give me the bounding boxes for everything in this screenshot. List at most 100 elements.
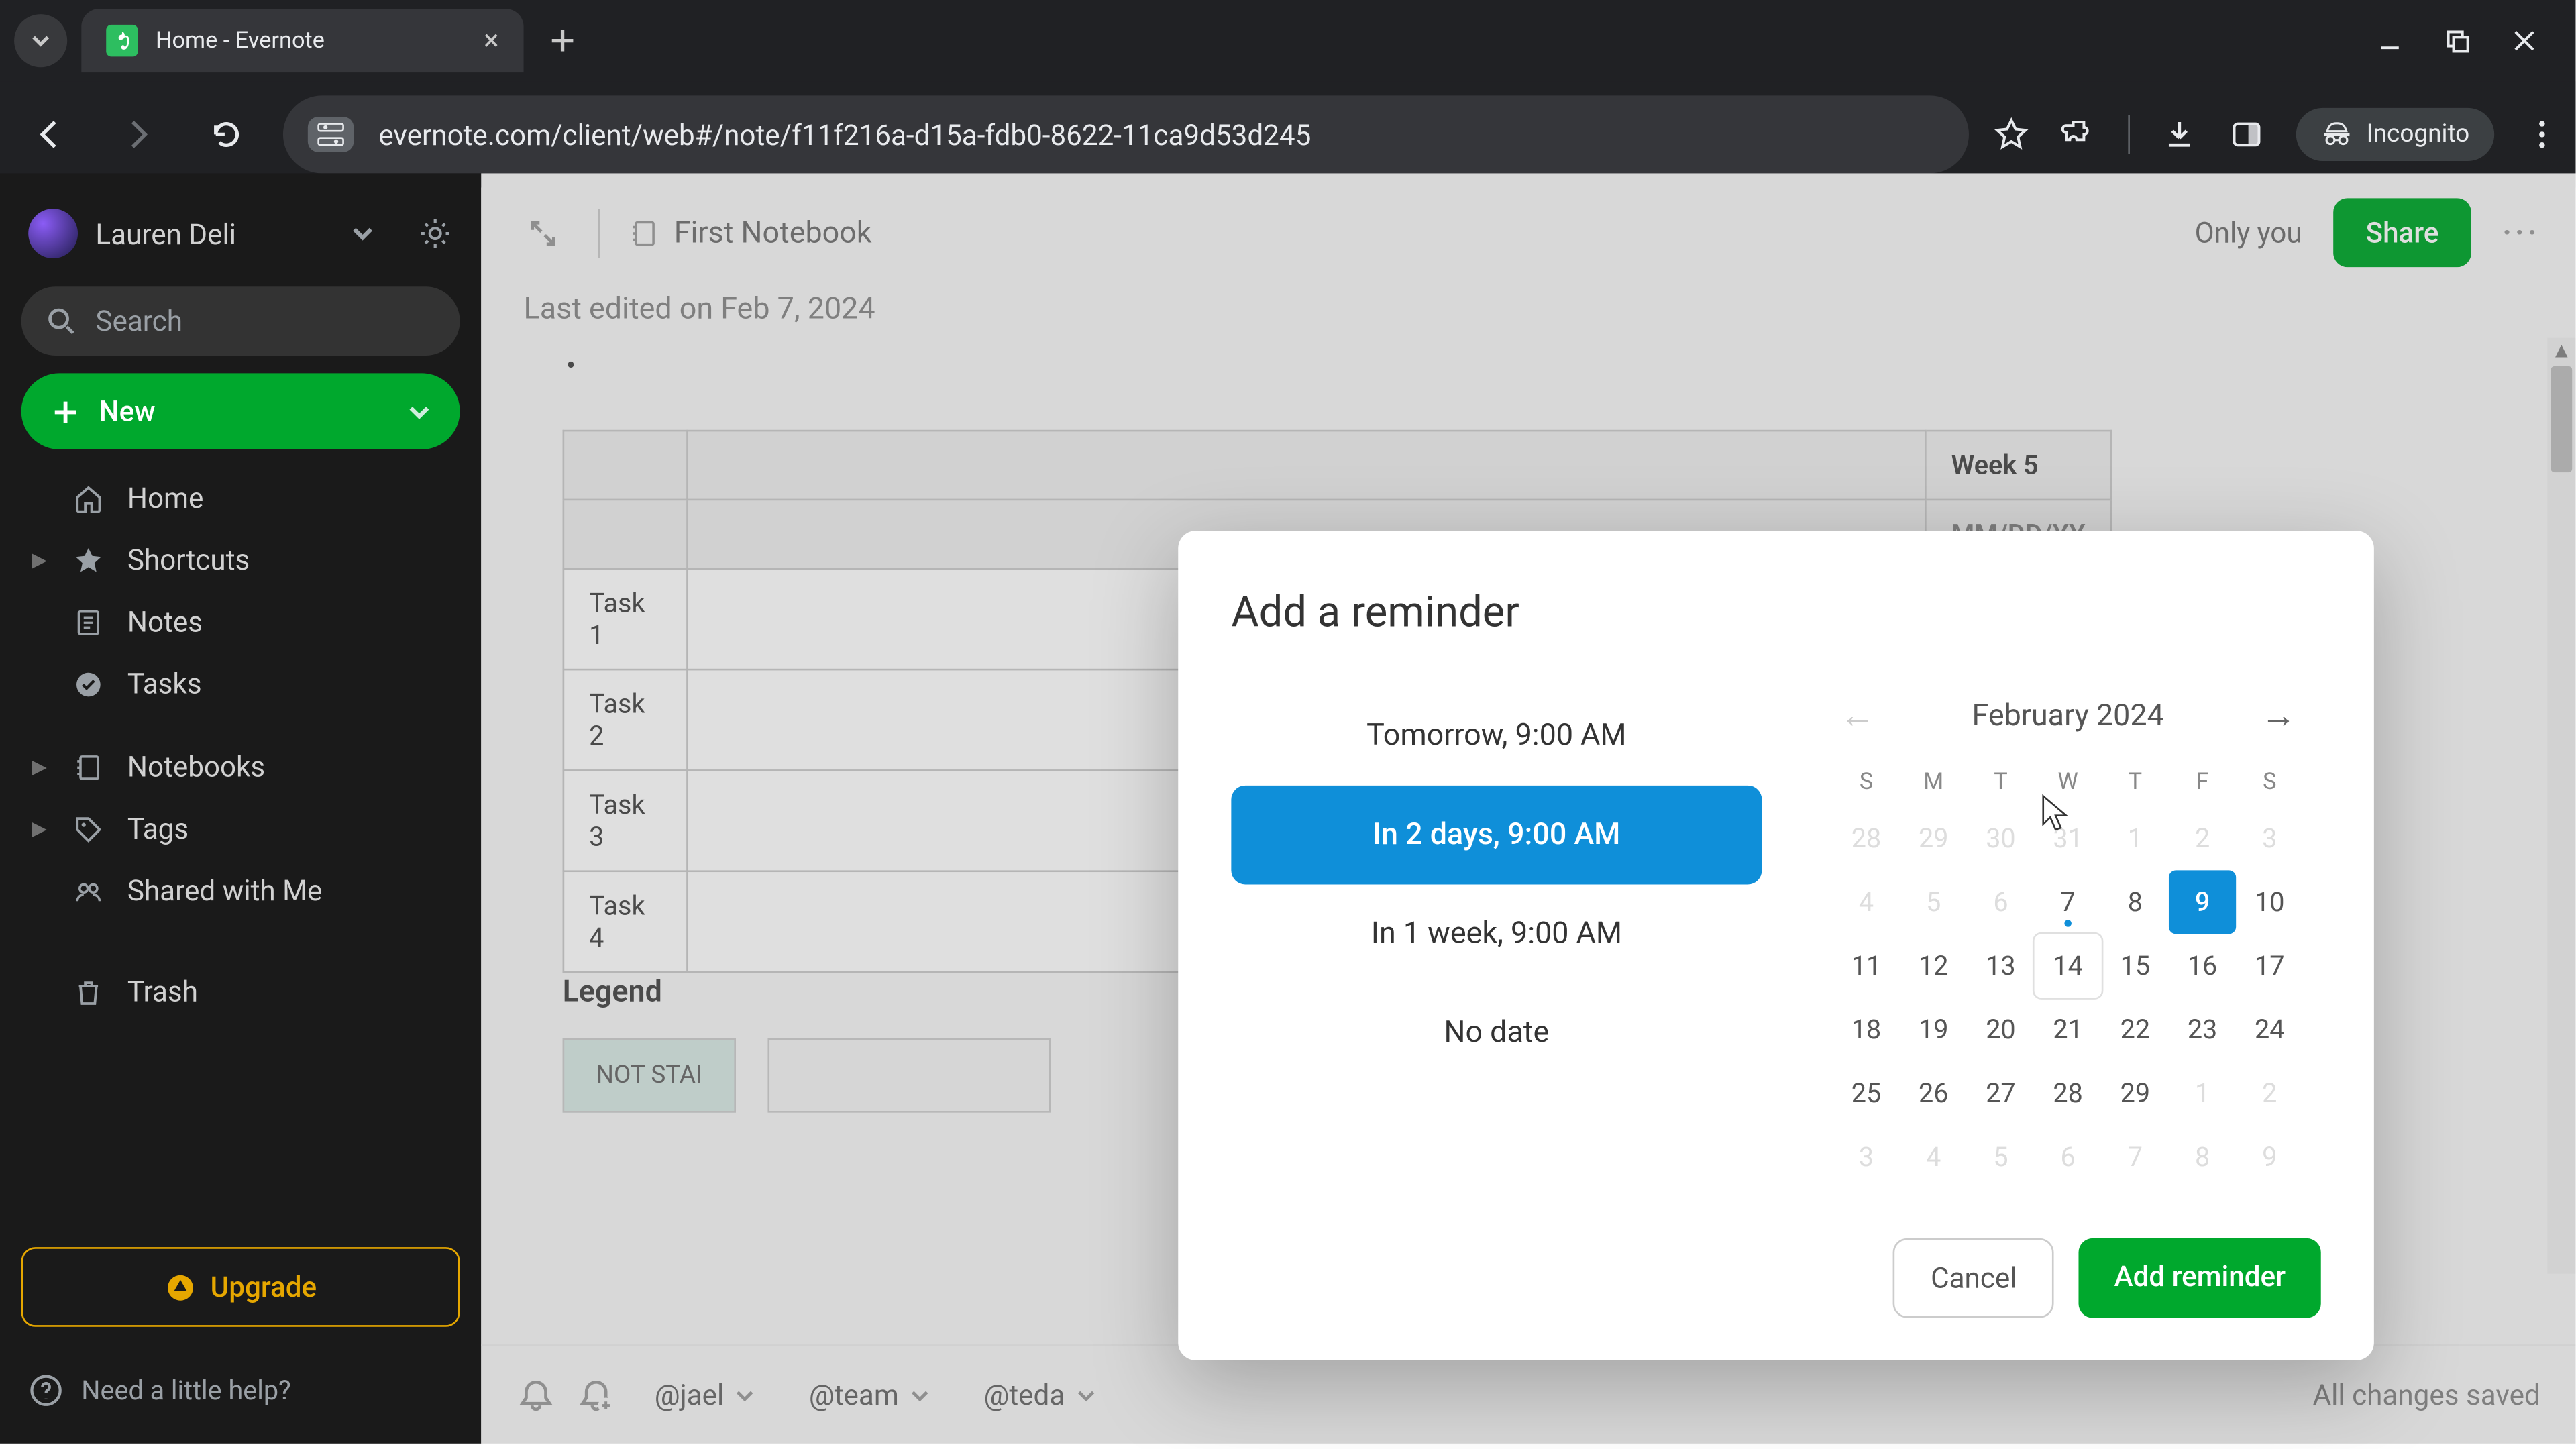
search-input[interactable]: Search xyxy=(21,286,460,356)
expand-caret-icon[interactable]: ▶ xyxy=(32,548,49,571)
modal-title: Add a reminder xyxy=(1231,587,2320,637)
settings-button[interactable] xyxy=(417,216,453,252)
check-icon xyxy=(70,667,106,699)
calendar-day[interactable]: 9 xyxy=(2169,870,2236,934)
expand-caret-icon[interactable]: ▶ xyxy=(32,817,49,840)
back-button[interactable] xyxy=(17,103,81,166)
user-name: Lauren Deli xyxy=(95,217,332,250)
tab-title: Home - Evernote xyxy=(156,28,325,54)
sidebar-item-label: Home xyxy=(127,481,204,515)
calendar-day[interactable]: 27 xyxy=(1967,1061,2034,1125)
calendar-day[interactable]: 21 xyxy=(2035,998,2102,1061)
address-bar-row: evernote.com/client/web#/note/f11f216a-d… xyxy=(0,81,2575,187)
sidebar-item-trash[interactable]: Trash xyxy=(21,961,460,1022)
calendar-next-button[interactable]: → xyxy=(2247,686,2310,745)
calendar-day[interactable]: 11 xyxy=(1833,934,1900,998)
bookmark-button[interactable] xyxy=(1993,117,2029,152)
sidebar-item-shared-with-me[interactable]: Shared with Me xyxy=(21,860,460,922)
calendar-dow: T xyxy=(1967,759,2034,806)
calendar-day[interactable]: 10 xyxy=(2236,870,2303,934)
calendar-day[interactable]: 7 xyxy=(2035,870,2102,934)
calendar-day[interactable]: 24 xyxy=(2236,998,2303,1061)
reload-button[interactable] xyxy=(195,103,258,166)
plus-icon xyxy=(548,27,576,55)
maximize-button[interactable] xyxy=(2445,28,2469,53)
calendar-day[interactable]: 12 xyxy=(1900,934,1967,998)
calendar-day: 1 xyxy=(2102,806,2169,870)
calendar-dow: S xyxy=(1833,759,1900,806)
calendar-day: 4 xyxy=(1900,1125,1967,1189)
url-text: evernote.com/client/web#/note/f11f216a-d… xyxy=(378,117,1311,151)
minimize-button[interactable] xyxy=(2377,28,2402,53)
calendar-day[interactable]: 22 xyxy=(2102,998,2169,1061)
toolbar-icons: Incognito xyxy=(1993,108,2558,161)
sidepanel-button[interactable] xyxy=(2229,117,2264,152)
calendar-prev-button[interactable]: ← xyxy=(1825,686,1889,745)
sidebar-item-shortcuts[interactable]: ▶Shortcuts xyxy=(21,529,460,590)
home-icon xyxy=(70,482,106,514)
chevron-down-icon xyxy=(407,399,432,424)
tab-strip: Home - Evernote × xyxy=(0,0,2575,81)
calendar-day[interactable]: 17 xyxy=(2236,934,2303,998)
upgrade-label: Upgrade xyxy=(211,1270,317,1303)
expand-caret-icon[interactable]: ▶ xyxy=(32,755,49,778)
add-reminder-button[interactable]: Add reminder xyxy=(2079,1238,2321,1318)
calendar-day[interactable]: 20 xyxy=(1967,998,2034,1061)
sidebar-item-home[interactable]: Home xyxy=(21,467,460,529)
note-icon xyxy=(70,606,106,637)
sidebar-item-notes[interactable]: Notes xyxy=(21,591,460,653)
calendar-dow: W xyxy=(2035,759,2102,806)
calendar-day[interactable]: 14 xyxy=(2035,934,2102,998)
calendar-day[interactable]: 8 xyxy=(2102,870,2169,934)
sidebar-item-notebooks[interactable]: ▶Notebooks xyxy=(21,736,460,798)
tab-search-button[interactable] xyxy=(14,14,67,67)
chevron-down-icon xyxy=(350,221,375,246)
search-placeholder: Search xyxy=(95,305,182,338)
downloads-button[interactable] xyxy=(2161,117,2197,152)
account-switcher[interactable]: Lauren Deli xyxy=(21,198,460,268)
sidebar-item-tags[interactable]: ▶ Tags xyxy=(21,798,460,859)
browser-menu-button[interactable] xyxy=(2526,119,2558,150)
address-bar[interactable]: evernote.com/client/web#/note/f11f216a-d… xyxy=(283,95,1968,173)
site-settings-icon[interactable] xyxy=(308,117,354,152)
calendar-day: 8 xyxy=(2169,1125,2236,1189)
calendar-day[interactable]: 25 xyxy=(1833,1061,1900,1125)
browser-tab[interactable]: Home - Evernote × xyxy=(81,9,523,72)
quick-option[interactable]: In 2 days, 9:00 AM xyxy=(1231,786,1762,885)
calendar-day[interactable]: 29 xyxy=(2102,1061,2169,1125)
calendar-day[interactable]: 26 xyxy=(1900,1061,1967,1125)
quick-option[interactable]: In 1 week, 9:00 AM xyxy=(1231,885,1762,984)
calendar: ← February 2024 → SMTWTFS282930311234567… xyxy=(1815,686,2321,1189)
sidebar-item-label: Tags xyxy=(127,812,189,845)
extensions-button[interactable] xyxy=(2060,117,2096,152)
calendar-day[interactable]: 19 xyxy=(1900,998,1967,1061)
calendar-day[interactable]: 15 xyxy=(2102,934,2169,998)
help-icon xyxy=(28,1373,64,1408)
calendar-day: 3 xyxy=(1833,1125,1900,1189)
quick-option[interactable]: Tomorrow, 9:00 AM xyxy=(1231,686,1762,786)
help-link[interactable]: Need a little help? xyxy=(21,1362,460,1418)
new-tab-button[interactable] xyxy=(548,27,576,55)
new-button[interactable]: New xyxy=(21,373,460,449)
incognito-indicator[interactable]: Incognito xyxy=(2296,108,2494,161)
calendar-day[interactable]: 28 xyxy=(2035,1061,2102,1125)
plus-icon xyxy=(50,395,81,427)
calendar-month-label: February 2024 xyxy=(1972,698,2164,733)
close-button[interactable] xyxy=(2512,28,2537,53)
tab-close-button[interactable]: × xyxy=(484,27,499,55)
help-label: Need a little help? xyxy=(81,1375,290,1406)
calendar-day: 28 xyxy=(1833,806,1900,870)
calendar-day[interactable]: 23 xyxy=(2169,998,2236,1061)
sidebar-item-tasks[interactable]: Tasks xyxy=(21,653,460,714)
calendar-day[interactable]: 16 xyxy=(2169,934,2236,998)
calendar-dow: T xyxy=(2102,759,2169,806)
sidebar-item-label: Notes xyxy=(127,605,203,639)
sidebar-item-label: Shared with Me xyxy=(127,874,322,908)
upgrade-button[interactable]: Upgrade xyxy=(21,1247,460,1327)
calendar-day[interactable]: 18 xyxy=(1833,998,1900,1061)
cancel-button[interactable]: Cancel xyxy=(1894,1238,2054,1318)
forward-button[interactable] xyxy=(106,103,170,166)
calendar-day[interactable]: 13 xyxy=(1967,934,2034,998)
quick-option[interactable]: No date xyxy=(1231,983,1762,1083)
calendar-day: 29 xyxy=(1900,806,1967,870)
